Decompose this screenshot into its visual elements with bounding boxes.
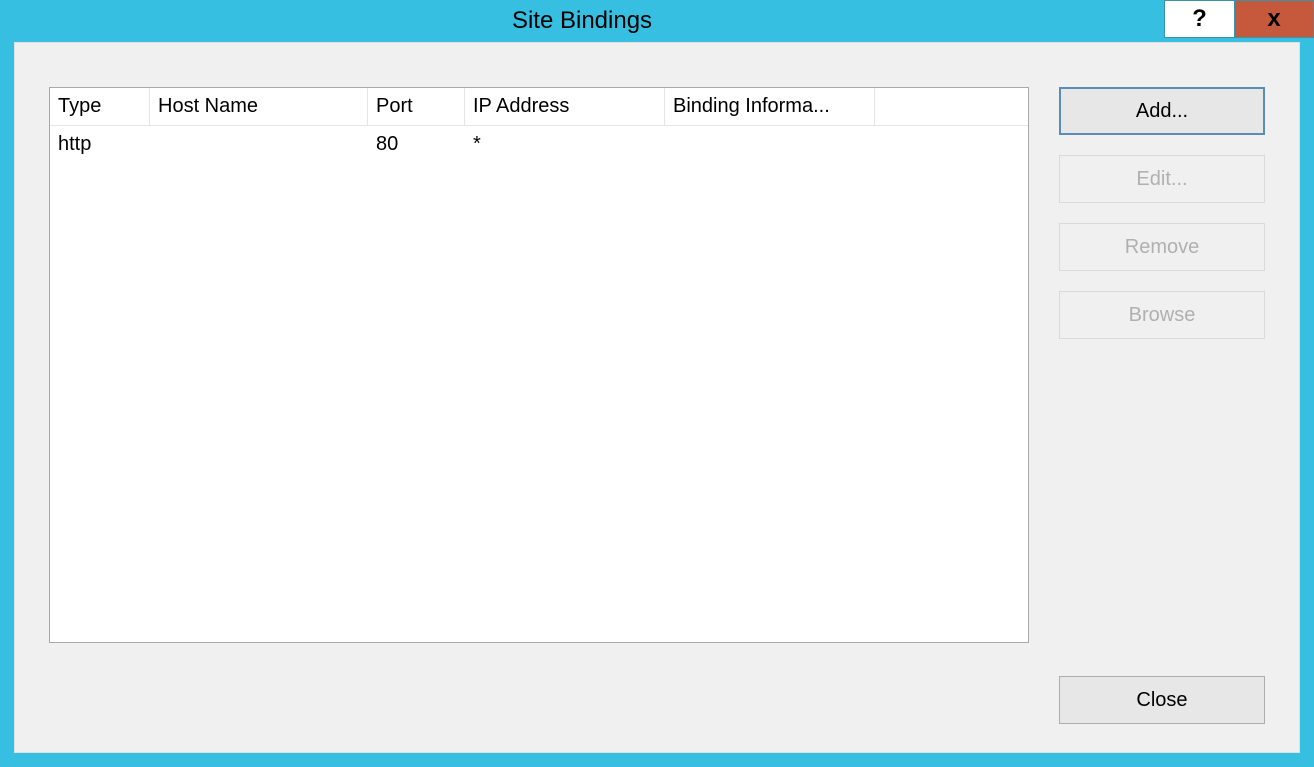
action-sidebar: Add... Edit... Remove Browse Close [1059, 87, 1265, 724]
close-icon: x [1267, 5, 1280, 33]
edit-button: Edit... [1059, 155, 1265, 203]
table-row[interactable]: http 80 * [50, 126, 1028, 162]
window-close-button[interactable]: x [1234, 0, 1314, 38]
remove-button: Remove [1059, 223, 1265, 271]
help-button[interactable]: ? [1164, 0, 1234, 38]
cell-host [150, 142, 368, 146]
help-icon: ? [1192, 5, 1207, 33]
cell-port: 80 [368, 131, 465, 158]
column-header-info[interactable]: Binding Informa... [665, 88, 875, 125]
window-controls: ? x [1164, 0, 1314, 42]
content-area: Type Host Name Port IP Address Binding I… [49, 87, 1265, 724]
window-title: Site Bindings [0, 0, 1164, 42]
table-header: Type Host Name Port IP Address Binding I… [50, 88, 1028, 126]
cell-ip: * [465, 131, 665, 158]
client-area: Type Host Name Port IP Address Binding I… [14, 42, 1300, 753]
browse-button: Browse [1059, 291, 1265, 339]
remove-button-label: Remove [1125, 236, 1199, 259]
cell-info [665, 142, 875, 146]
close-button-label: Close [1136, 689, 1187, 712]
close-button[interactable]: Close [1059, 676, 1265, 724]
titlebar: Site Bindings ? x [0, 0, 1314, 42]
column-header-type[interactable]: Type [50, 88, 150, 125]
bindings-table[interactable]: Type Host Name Port IP Address Binding I… [49, 87, 1029, 643]
browse-button-label: Browse [1129, 304, 1196, 327]
column-header-host[interactable]: Host Name [150, 88, 368, 125]
edit-button-label: Edit... [1136, 168, 1187, 191]
column-header-port[interactable]: Port [368, 88, 465, 125]
add-button-label: Add... [1136, 100, 1188, 123]
column-header-ip[interactable]: IP Address [465, 88, 665, 125]
cell-type: http [50, 131, 150, 158]
add-button[interactable]: Add... [1059, 87, 1265, 135]
dialog-window: Site Bindings ? x Type Host Name Port IP… [0, 0, 1314, 767]
